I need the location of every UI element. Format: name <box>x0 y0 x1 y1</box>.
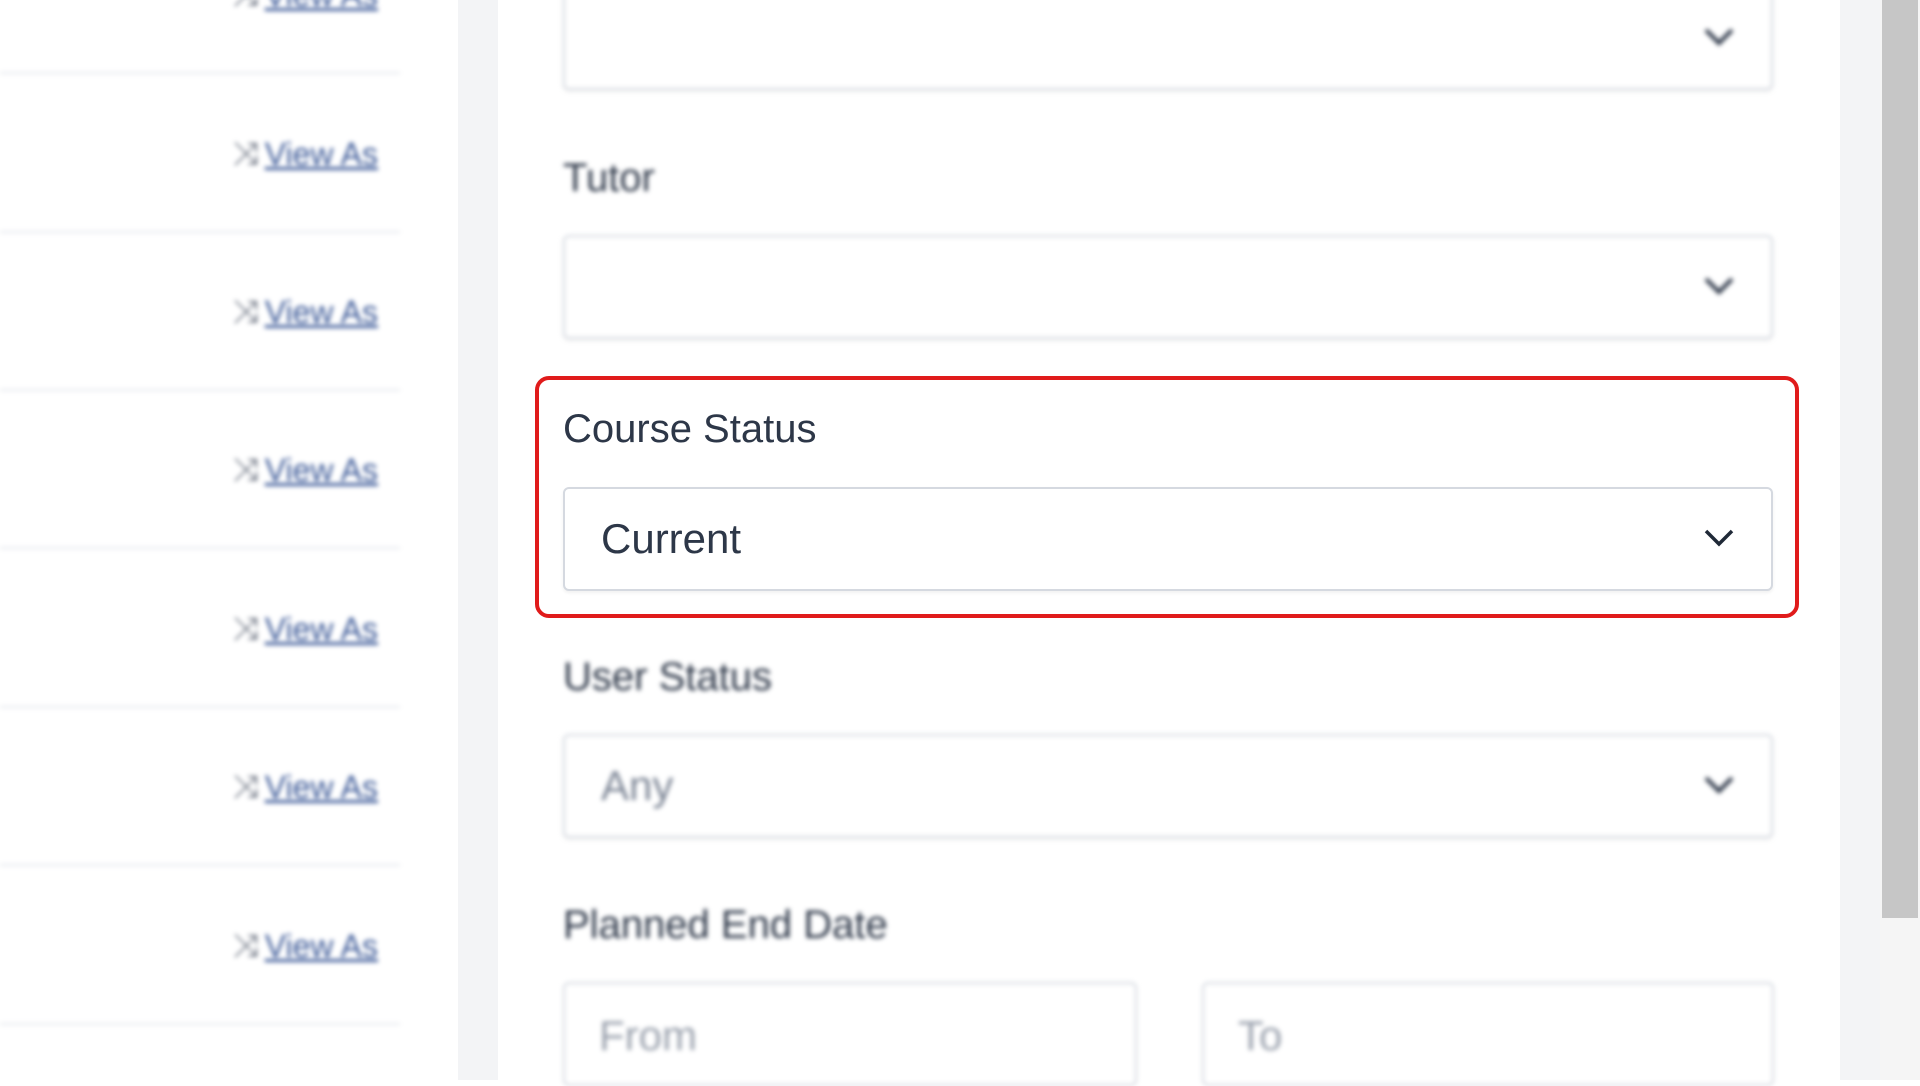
planned-end-date-label: Planned End Date <box>563 903 888 947</box>
list-item: ⤨ View As <box>0 389 400 549</box>
shuffle-icon: ⤨ <box>233 927 259 963</box>
view-as-link[interactable]: ⤨ View As <box>233 610 378 648</box>
panel-divider <box>458 0 498 1080</box>
date-to-input[interactable]: To <box>1202 982 1774 1086</box>
tutor-label: Tutor <box>563 156 655 200</box>
view-as-link[interactable]: ⤨ View As <box>233 768 378 806</box>
view-as-link[interactable]: ⤨ View As <box>233 135 378 173</box>
shuffle-icon: ⤨ <box>233 135 259 171</box>
list-item: ⤨ View As <box>0 0 400 74</box>
list-item: ⤨ View As <box>0 706 400 866</box>
user-status-select[interactable]: Any <box>563 734 1773 838</box>
view-as-link[interactable]: ⤨ View As <box>233 927 378 965</box>
chevron-down-icon <box>1704 28 1734 46</box>
list-item: ⤨ View As <box>0 865 400 1025</box>
shuffle-icon: ⤨ <box>233 451 259 487</box>
shuffle-icon: ⤨ <box>233 768 259 804</box>
highlight-box <box>535 376 1799 618</box>
shuffle-icon: ⤨ <box>233 0 259 14</box>
shuffle-icon: ⤨ <box>233 610 259 646</box>
shuffle-icon: ⤨ <box>233 293 259 329</box>
panel-divider <box>1840 0 1880 1080</box>
list-item: ⤨ View As <box>0 73 400 233</box>
top-select[interactable] <box>563 0 1773 90</box>
chevron-down-icon <box>1704 776 1734 794</box>
list-item: ⤨ View As <box>0 231 400 391</box>
view-as-link[interactable]: ⤨ View As <box>233 293 378 331</box>
list-item: ⤨ View As <box>0 548 400 708</box>
tutor-select[interactable] <box>563 235 1773 339</box>
date-from-input[interactable]: From <box>563 982 1137 1086</box>
scrollbar-thumb[interactable] <box>1882 0 1918 918</box>
chevron-down-icon <box>1704 277 1734 295</box>
view-as-link[interactable]: ⤨ View As <box>233 0 378 14</box>
user-list-panel: ⤨ View As ⤨ View As ⤨ View As ⤨ View As … <box>0 0 400 1080</box>
user-status-label: User Status <box>563 655 772 699</box>
view-as-link[interactable]: ⤨ View As <box>233 451 378 489</box>
